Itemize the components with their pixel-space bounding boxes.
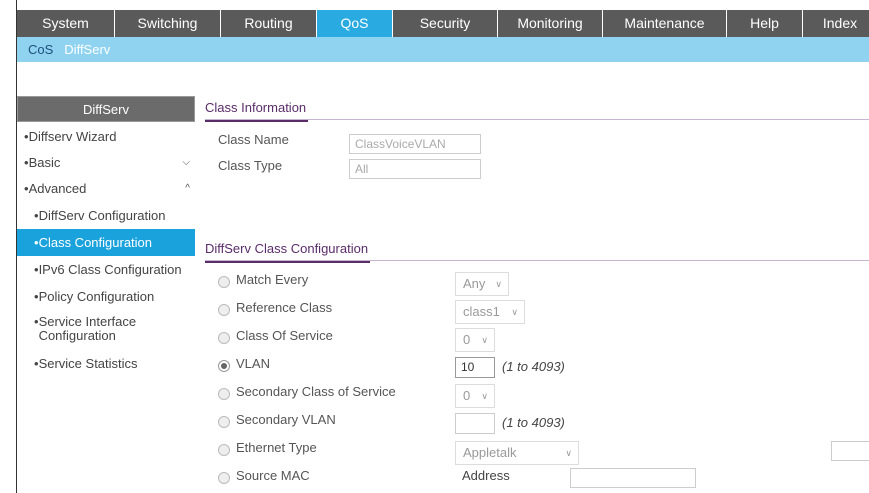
sidebar-item-policy-configuration[interactable]: •Policy Configuration <box>17 283 195 310</box>
class-information-section-title: Class Information <box>205 96 869 122</box>
class-name-field[interactable]: ClassVoiceVLAN <box>349 134 481 154</box>
sidebar-item-label: IPv6 Class Configuration <box>38 262 182 277</box>
secondary-vlan-input[interactable] <box>455 413 495 434</box>
sidebar-item-ipv6-class-configuration[interactable]: •IPv6 Class Configuration <box>17 256 195 283</box>
sidebar-item-class-configuration[interactable]: •Class Configuration <box>17 229 195 256</box>
secondary-vlan-radio[interactable] <box>218 416 230 428</box>
reference-class-radio[interactable] <box>218 304 230 316</box>
match-every-radio[interactable] <box>218 276 230 288</box>
source-mac-radio[interactable] <box>218 472 230 484</box>
sidebar-item-label: Policy Configuration <box>38 289 155 304</box>
sub-navigation: CoS DiffServ <box>17 37 869 62</box>
ethernet-type-custom-field[interactable] <box>831 441 869 461</box>
sidebar-item-diffserv-wizard[interactable]: •Diffserv Wizard <box>17 124 195 150</box>
class-of-service-select[interactable]: 0 ∨ <box>455 328 495 352</box>
sidebar-item-label: Service Statistics <box>38 356 138 371</box>
sidebar-item-label: Basic <box>28 155 61 170</box>
class-name-label: Class Name <box>218 132 289 147</box>
section-divider <box>205 260 869 261</box>
sidebar-item-label: Advanced <box>28 181 87 196</box>
tab-index[interactable]: Index <box>803 10 869 37</box>
diffserv-class-configuration-section-title: DiffServ Class Configuration <box>205 237 869 263</box>
tab-monitoring[interactable]: Monitoring <box>498 10 603 37</box>
secondary-class-of-service-select[interactable]: 0 ∨ <box>455 384 495 408</box>
class-type-label: Class Type <box>218 158 283 173</box>
reference-class-label: Reference Class <box>236 300 333 315</box>
subnav-diffserv[interactable]: DiffServ <box>64 42 110 57</box>
sidebar-item-label: Service Interface Configuration <box>38 314 137 343</box>
section-divider <box>205 119 869 120</box>
vlan-range-hint: (1 to 4093) <box>502 359 565 374</box>
chevron-up-icon[interactable]: ^ <box>185 176 190 202</box>
sidebar-item-label: Diffserv Wizard <box>28 129 117 144</box>
tab-system[interactable]: System <box>17 10 115 37</box>
reference-class-select[interactable]: class1 ∨ <box>455 300 525 324</box>
tab-routing[interactable]: Routing <box>221 10 317 37</box>
secondary-class-of-service-radio[interactable] <box>218 388 230 400</box>
sidebar: DiffServ •Diffserv Wizard •Basic ⌵ •Adva… <box>17 96 195 377</box>
chevron-down-icon[interactable]: ⌵ <box>182 150 190 176</box>
tab-help[interactable]: Help <box>727 10 803 37</box>
source-mac-label: Source MAC <box>236 468 310 483</box>
top-navigation: System Switching Routing QoS Security Mo… <box>17 10 869 37</box>
sidebar-item-advanced[interactable]: •Advanced ^ <box>17 176 195 202</box>
match-every-select[interactable]: Any ∨ <box>455 272 509 296</box>
chevron-down-icon: ∨ <box>565 448 572 458</box>
chevron-down-icon: ∨ <box>495 279 502 289</box>
class-of-service-radio[interactable] <box>218 332 230 344</box>
chevron-down-icon: ∨ <box>511 307 518 317</box>
app-window: System Switching Routing QoS Security Mo… <box>0 0 869 493</box>
secondary-vlan-label: Secondary VLAN <box>236 412 336 427</box>
sidebar-item-service-statistics[interactable]: •Service Statistics <box>17 350 195 377</box>
source-mac-address-label: Address <box>462 468 510 483</box>
class-type-field[interactable]: All <box>349 159 481 179</box>
match-every-label: Match Every <box>236 272 309 287</box>
sidebar-item-label: DiffServ Configuration <box>38 208 166 223</box>
ethernet-type-select[interactable]: Appletalk ∨ <box>455 441 579 465</box>
subnav-cos[interactable]: CoS <box>28 42 53 57</box>
sidebar-item-service-interface-configuration[interactable]: •Service Interface Configuration <box>17 310 195 350</box>
sidebar-header: DiffServ <box>17 96 195 122</box>
secondary-vlan-range-hint: (1 to 4093) <box>502 415 565 430</box>
sidebar-item-label: Class Configuration <box>38 235 153 250</box>
tab-maintenance[interactable]: Maintenance <box>603 10 727 37</box>
ethernet-type-radio[interactable] <box>218 444 230 456</box>
secondary-class-of-service-label: Secondary Class of Service <box>236 384 396 399</box>
chevron-down-icon: ∨ <box>481 391 488 401</box>
tab-security[interactable]: Security <box>393 10 498 37</box>
tab-switching[interactable]: Switching <box>115 10 221 37</box>
ethernet-type-label: Ethernet Type <box>236 440 317 455</box>
sidebar-item-basic[interactable]: •Basic ⌵ <box>17 150 195 176</box>
vlan-label: VLAN <box>236 356 270 371</box>
vlan-input[interactable]: 10 <box>455 357 495 378</box>
tab-qos[interactable]: QoS <box>317 10 393 37</box>
chevron-down-icon: ∨ <box>481 335 488 345</box>
sidebar-item-diffserv-configuration[interactable]: •DiffServ Configuration <box>17 202 195 229</box>
source-mac-address-field[interactable] <box>570 468 696 488</box>
class-of-service-label: Class Of Service <box>236 328 333 343</box>
vlan-radio[interactable] <box>218 360 230 372</box>
